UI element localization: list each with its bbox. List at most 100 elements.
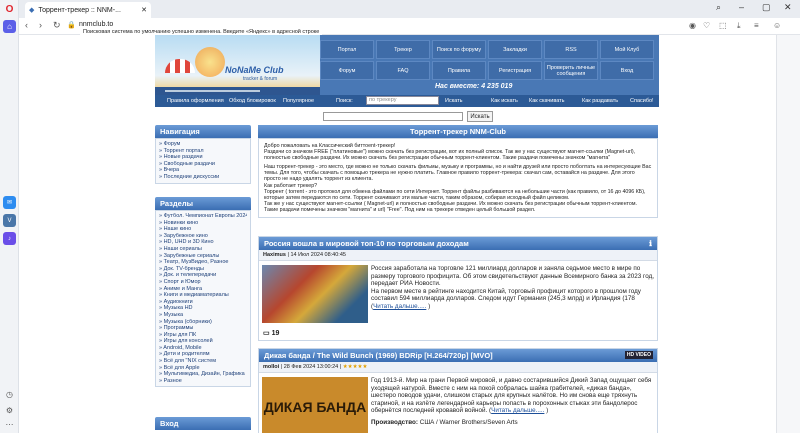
url-field[interactable]: nnmclub.to — [79, 21, 113, 28]
sidebar-link[interactable]: » Театр, МузВидео, Разное — [159, 259, 247, 266]
sidebar-link[interactable]: » Наши сериалы — [159, 246, 247, 253]
sidebar-link[interactable]: » Аудиокниги — [159, 299, 247, 306]
notification-toast: Поисковая система по умолчанию успешно и… — [80, 29, 323, 35]
settings-icon[interactable]: ⚙ — [3, 404, 16, 417]
nav-forum-search[interactable]: Поиск по форуму — [432, 40, 486, 59]
sidebar-link[interactable]: » Последние дискуссии — [159, 174, 247, 181]
sidebar-link[interactable]: » Всё для Apple — [159, 365, 247, 372]
back-icon[interactable]: ‹ — [25, 20, 28, 30]
release-author[interactable]: molloi — [263, 364, 279, 370]
brand-name: NoNaMe Club — [225, 65, 284, 75]
release-title[interactable]: Дикая банда / The Wild Bunch (1969) BDRi… — [259, 349, 657, 362]
history-icon[interactable]: ◷ — [3, 388, 16, 401]
nav-login[interactable]: Вход — [600, 61, 654, 80]
sidebar-link[interactable]: » Музыка — [159, 312, 247, 319]
sidebar-link[interactable]: » Наше кино — [159, 226, 247, 233]
link-how-seed[interactable]: Как раздавать — [582, 98, 618, 104]
sidebar-link[interactable]: » Торрент портал — [159, 148, 247, 155]
sidebar-link[interactable]: » Дети и родителям — [159, 351, 247, 358]
close-tab-icon[interactable]: ✕ — [141, 6, 147, 14]
comments-count[interactable]: ▭ 19 — [263, 329, 279, 337]
nav-tracker[interactable]: Трекер — [376, 40, 430, 59]
bookmark-icon[interactable]: ♡ — [703, 21, 710, 30]
nav-rss[interactable]: RSS — [544, 40, 598, 59]
tracker-search-input[interactable]: по трекеру — [366, 96, 439, 105]
sidebar-link[interactable]: » Свободные раздачи — [159, 161, 247, 168]
post-title-text[interactable]: Россия вошла в мировой топ-10 по торговы… — [264, 239, 469, 248]
sidebar-link[interactable]: » Спорт и Юмор — [159, 279, 247, 286]
sidebar-link[interactable]: » Книги и медиаматериалы — [159, 292, 247, 299]
sidebar-link[interactable]: » Игры для консолей — [159, 338, 247, 345]
post-title[interactable]: Россия вошла в мировой топ-10 по торговы… — [259, 237, 657, 250]
link-thanks[interactable]: Спасибо! — [630, 98, 654, 104]
minimize-icon[interactable]: – — [739, 2, 744, 12]
close-window-icon[interactable]: ✕ — [784, 2, 792, 13]
nav-forum[interactable]: Форум — [320, 61, 374, 80]
nav-register[interactable]: Регистрация — [488, 61, 542, 80]
sidebar-link[interactable]: » Музыка (сборники) — [159, 319, 247, 326]
link-design-rules[interactable]: Правила оформления — [167, 98, 224, 104]
release-title-text[interactable]: Дикая банда / The Wild Bunch (1969) BDRi… — [264, 351, 493, 360]
link-how-download[interactable]: Как скачивать — [529, 98, 565, 104]
sidebar-link[interactable]: » Новинки кино — [159, 220, 247, 227]
post-author[interactable]: Haximus — [263, 252, 286, 258]
link-bypass[interactable]: Обход блокировок — [229, 98, 276, 104]
sidebar-link[interactable]: » Новые раздачи — [159, 154, 247, 161]
read-more-link[interactable]: Читать дальше..... — [373, 303, 426, 310]
tab-active[interactable]: ◆ Торрент-трекер :: NNM-... ✕ — [25, 2, 151, 18]
share-icon[interactable]: ≡ — [754, 21, 759, 30]
audio-player[interactable] — [155, 87, 320, 95]
nav-my-club[interactable]: Мой Клуб — [600, 40, 654, 59]
login-title: Вход — [155, 417, 251, 430]
sidebar-link[interactable]: » HD, UHD и 3D Кино — [159, 239, 247, 246]
site-logo[interactable]: NoNaMe Club tracker & forum — [155, 35, 320, 93]
sidebar-link[interactable]: » Всё для "NIX систем — [159, 358, 247, 365]
extensions-icon[interactable]: ⬚ — [719, 21, 727, 30]
sidebar-link[interactable]: » Android, Mobile — [159, 345, 247, 352]
link-popular[interactable]: Популярное — [283, 98, 314, 104]
forward-icon[interactable]: › — [39, 20, 42, 30]
sidebar-link[interactable]: » Музыка HD — [159, 305, 247, 312]
lock-icon[interactable]: 🔒 — [67, 21, 76, 29]
messenger-icon[interactable]: ✉ — [3, 196, 16, 209]
link-how-search[interactable]: Как искать — [491, 98, 518, 104]
sidebar-link[interactable]: » Аниме и Манга — [159, 286, 247, 293]
main-search-button[interactable]: Искать — [467, 111, 493, 122]
release-poster[interactable]: ДИКАЯ БАНДА — [262, 377, 368, 433]
sidebar-link[interactable]: » Игры для ПК — [159, 332, 247, 339]
reload-icon[interactable]: ↻ — [53, 20, 61, 31]
post-image[interactable] — [262, 265, 368, 323]
snapshot-icon[interactable]: ◉ — [689, 21, 696, 30]
info-icon[interactable]: ℹ — [649, 237, 652, 250]
download-icon[interactable]: ⤓ — [737, 21, 741, 31]
search-tabs-icon[interactable]: ⌕ — [716, 2, 721, 13]
sidebar-link[interactable]: » Форум — [159, 141, 247, 148]
release-read-more[interactable]: Читать дальше..... — [491, 407, 544, 414]
maximize-icon[interactable]: ▢ — [762, 2, 771, 13]
main-search-input[interactable] — [323, 112, 463, 121]
sidebar-link[interactable]: » Зарубежные сериалы — [159, 253, 247, 260]
nav-messages[interactable]: Проверить личные сообщения — [544, 61, 598, 80]
nav-portal[interactable]: Портал — [320, 40, 374, 59]
sidebar-link[interactable]: » Мультимедиа, Дизайн, Графика — [159, 371, 247, 378]
sidebar-link[interactable]: » Зарубежное кино — [159, 233, 247, 240]
sidebar-link[interactable]: » Разное — [159, 378, 247, 385]
nav-faq[interactable]: FAQ — [376, 61, 430, 80]
sidebar-link[interactable]: » Вчера — [159, 167, 247, 174]
nav-rules[interactable]: Правила — [432, 61, 486, 80]
home-icon[interactable]: ⌂ — [3, 20, 16, 33]
sidebar-link[interactable]: » Футбол. Чемпионат Европы 2024 — [159, 213, 247, 220]
sidebar-link[interactable]: » Док. TV-бренды — [159, 266, 247, 273]
nav-bookmarks[interactable]: Закладки — [488, 40, 542, 59]
player-icon[interactable]: ♪ — [3, 232, 16, 245]
tracker-search-button[interactable]: Искать — [445, 98, 463, 104]
player-progress[interactable] — [165, 90, 260, 92]
sidebar-link[interactable]: » Док. и телепередачи — [159, 272, 247, 279]
production-label: Производство: — [371, 418, 419, 426]
sidebar-link[interactable]: » Программы — [159, 325, 247, 332]
more-icon[interactable]: ⋯ — [3, 418, 16, 431]
opera-logo-icon[interactable]: O — [3, 3, 16, 16]
tab-title: Торрент-трекер :: NNM-... — [38, 6, 121, 14]
account-icon[interactable]: ☺ — [773, 21, 781, 30]
vk-icon[interactable]: V — [3, 214, 16, 227]
